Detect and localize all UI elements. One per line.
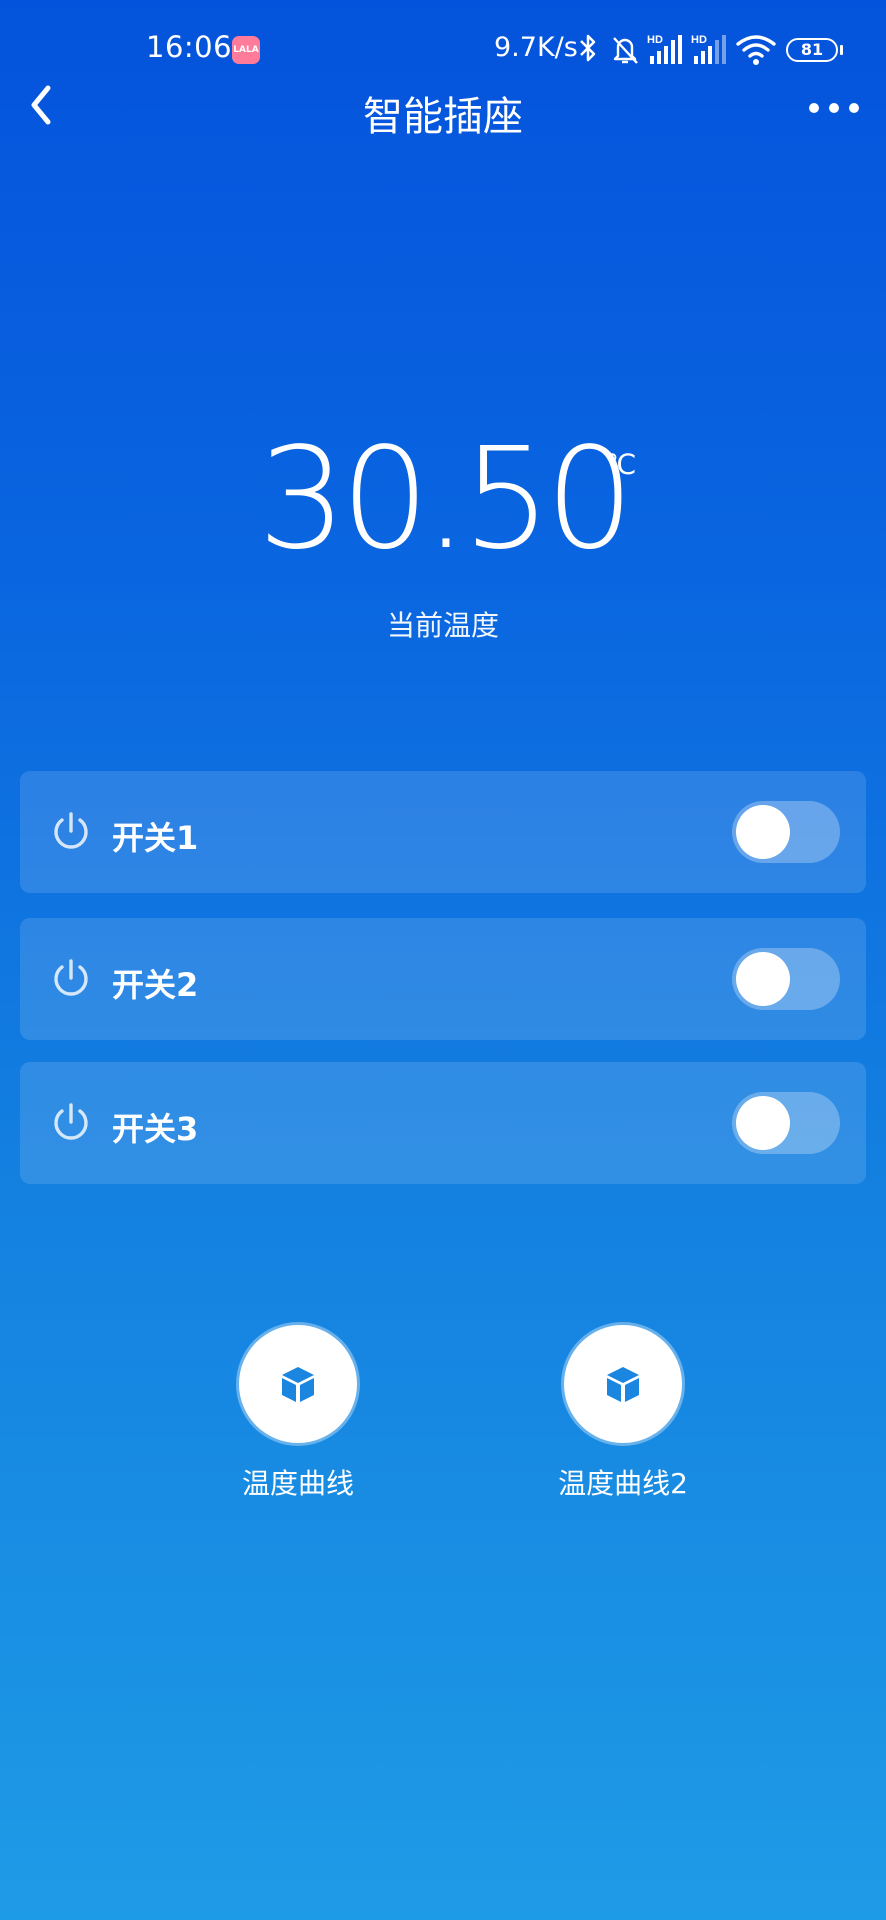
switch-card-3: 开关3: [20, 1062, 866, 1184]
cube-icon: [607, 1367, 639, 1402]
cube-icon: [282, 1367, 314, 1402]
switch-card-1: 开关1: [20, 771, 866, 893]
power-icon: [54, 812, 88, 849]
switch-label: 开关3: [112, 1110, 199, 1148]
network-speed: 9.7K/s: [494, 32, 578, 63]
power-icon: [54, 1103, 88, 1140]
smart-socket-screen: 16:06 LALA 9.7K/s HD HD 81 智能插座 30.50 ℃ …: [0, 0, 886, 1920]
switch-card-2: 开关2: [20, 918, 866, 1040]
switch-3-toggle[interactable]: [732, 1092, 840, 1154]
mute-bell-icon: [613, 37, 638, 64]
temperature-unit: ℃: [605, 448, 637, 481]
signal-hd-label: HD: [647, 34, 663, 46]
signal-hd-label-2: HD: [691, 34, 707, 46]
temperature-curve-label: 温度曲线: [241, 1467, 354, 1500]
toggle-knob: [736, 952, 790, 1006]
signal-strength-icon: HD: [647, 34, 682, 64]
bluetooth-icon: [580, 34, 596, 62]
more-options-button[interactable]: [804, 88, 864, 128]
page-title: 智能插座: [363, 94, 523, 140]
power-icon: [54, 959, 88, 996]
temperature-curve-2-button[interactable]: [564, 1325, 682, 1443]
battery-tip: [840, 45, 843, 55]
toggle-knob: [736, 805, 790, 859]
toggle-knob: [736, 1096, 790, 1150]
temperature-label: 当前温度: [386, 609, 499, 642]
temperature-curve-button[interactable]: [239, 1325, 357, 1443]
more-dots-icon: [809, 103, 859, 113]
switch-label: 开关2: [112, 966, 199, 1004]
signal-strength-2-icon: HD: [691, 34, 726, 64]
switch-2-toggle[interactable]: [732, 948, 840, 1010]
temperature-curve-2-label: 温度曲线2: [558, 1467, 688, 1500]
switch-1-toggle[interactable]: [732, 801, 840, 863]
notification-app-icon: LALA: [232, 36, 260, 64]
temperature-value: 30.50: [257, 418, 635, 581]
wifi-icon: [736, 35, 776, 65]
status-time: 16:06: [146, 30, 233, 64]
switch-label: 开关1: [112, 819, 199, 857]
battery-indicator: 81: [786, 38, 838, 62]
